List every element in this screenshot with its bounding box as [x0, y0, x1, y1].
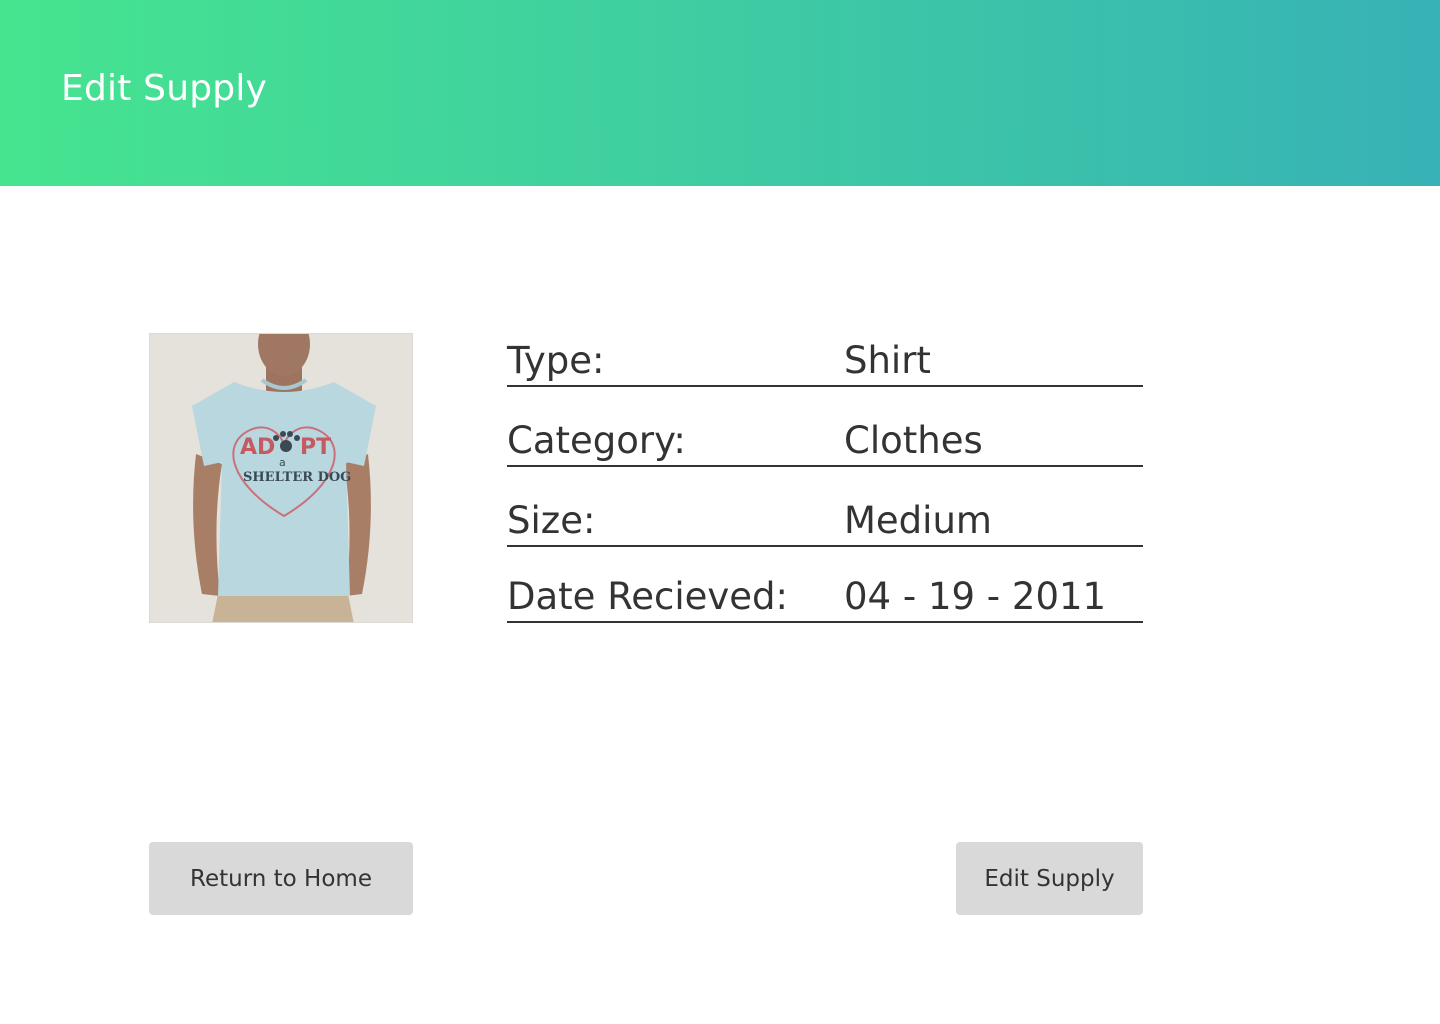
field-date-received-label: Date Recieved: — [507, 575, 789, 618]
field-size-value: Medium — [844, 499, 992, 542]
edit-supply-button[interactable]: Edit Supply — [956, 842, 1143, 915]
field-date-received: Date Recieved: 04 - 19 - 2011 — [507, 569, 1143, 623]
shirt-image: AD PT a SHELTER DOG — [150, 334, 412, 622]
field-type-value: Shirt — [844, 339, 931, 382]
page-header: Edit Supply — [0, 0, 1440, 186]
field-date-received-value: 04 - 19 - 2011 — [844, 575, 1107, 618]
field-category-value: Clothes — [844, 419, 983, 462]
shirt-print-pt: PT — [300, 435, 331, 460]
supply-photo: AD PT a SHELTER DOG — [149, 333, 413, 623]
field-size: Size: Medium — [507, 493, 1143, 547]
field-type: Type: Shirt — [507, 333, 1143, 387]
shirt-print-a: a — [279, 456, 286, 469]
field-category-label: Category: — [507, 419, 686, 462]
page-title: Edit Supply — [61, 68, 268, 109]
shirt-print-shelter-dog: SHELTER DOG — [243, 470, 351, 485]
return-to-home-button[interactable]: Return to Home — [149, 842, 413, 915]
shirt-print-ad: AD — [240, 435, 275, 460]
field-category: Category: Clothes — [507, 413, 1143, 467]
field-type-label: Type: — [507, 339, 605, 382]
field-size-label: Size: — [507, 499, 596, 542]
